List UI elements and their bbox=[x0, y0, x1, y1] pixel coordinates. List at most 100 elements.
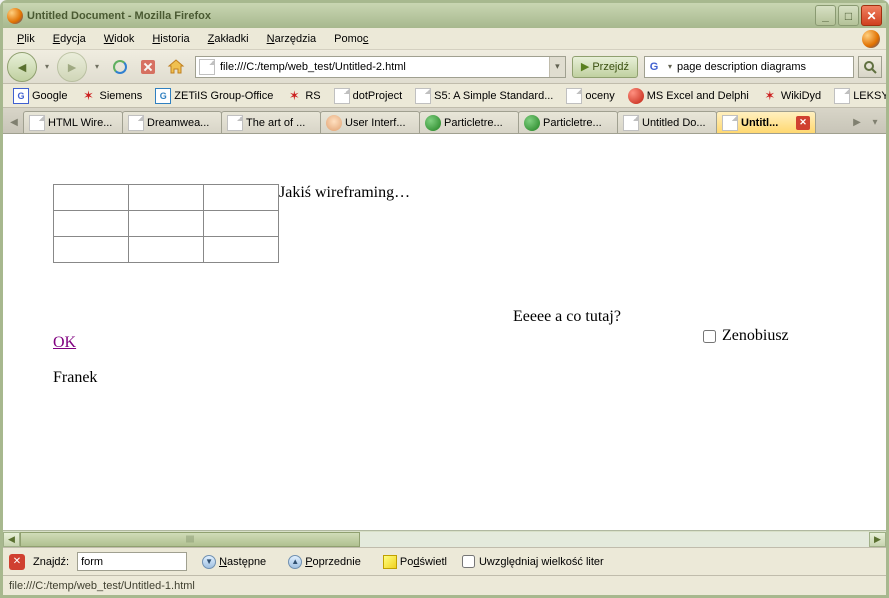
scroll-left-button[interactable]: ◀ bbox=[3, 532, 20, 547]
matchcase-checkbox[interactable] bbox=[462, 555, 475, 568]
back-button[interactable]: ◄ bbox=[7, 52, 37, 82]
tab-label: Dreamwea... bbox=[147, 117, 216, 129]
menu-edit[interactable]: Edycja bbox=[45, 31, 94, 47]
tab-label: The art of ... bbox=[246, 117, 315, 129]
bookmark-item[interactable]: GZETiIS Group-Office bbox=[149, 85, 279, 107]
go-button[interactable]: ▶ Przejdź bbox=[572, 56, 638, 78]
maximize-button[interactable]: □ bbox=[838, 5, 859, 26]
tab-favicon bbox=[227, 115, 243, 131]
scroll-thumb[interactable] bbox=[20, 532, 360, 547]
url-history-dropdown[interactable]: ▾ bbox=[549, 57, 565, 77]
go-label: Przejdź bbox=[592, 61, 629, 73]
horizontal-scrollbar[interactable]: ◀ ▶ bbox=[3, 530, 886, 547]
home-button[interactable] bbox=[163, 54, 189, 80]
bookmark-item[interactable]: ✶RS bbox=[280, 85, 326, 107]
find-label: Znajdź: bbox=[33, 556, 69, 568]
highlight-icon bbox=[383, 555, 397, 569]
firefox-icon bbox=[7, 8, 23, 24]
search-submit-button[interactable] bbox=[858, 56, 882, 78]
title-bar[interactable]: Untitled Document - Mozilla Firefox _ □ … bbox=[3, 3, 886, 28]
menu-view-label: idok bbox=[114, 33, 134, 45]
address-bar[interactable]: ▾ bbox=[195, 56, 566, 78]
forward-button[interactable]: ► bbox=[57, 52, 87, 82]
forward-history-dropdown[interactable]: ▾ bbox=[89, 54, 105, 80]
site-identity-icon[interactable] bbox=[199, 59, 215, 75]
back-history-dropdown[interactable]: ▾ bbox=[39, 54, 55, 80]
bookmark-label: S5: A Simple Standard... bbox=[434, 90, 553, 102]
tab-scroll-left[interactable]: ◀ bbox=[5, 111, 23, 133]
reload-button[interactable] bbox=[107, 54, 133, 80]
menu-view[interactable]: Widok bbox=[96, 31, 143, 47]
bookmark-item[interactable]: ✶WikiDyd bbox=[756, 85, 827, 107]
find-prev-label: oprzednie bbox=[313, 556, 361, 568]
browser-tab[interactable]: HTML Wire... bbox=[23, 111, 123, 133]
search-engine-dropdown[interactable]: ▾ bbox=[663, 62, 677, 71]
bookmark-label: LEKSYKA.PL bbox=[853, 90, 886, 102]
menu-help[interactable]: Pomoc bbox=[326, 31, 376, 47]
menu-file[interactable]: Plik bbox=[9, 31, 43, 47]
zenobiusz-checkbox[interactable] bbox=[703, 330, 716, 343]
tab-favicon bbox=[623, 115, 639, 131]
bookmark-item[interactable]: S5: A Simple Standard... bbox=[409, 85, 559, 107]
browser-tab[interactable]: Particletre... bbox=[419, 111, 519, 133]
find-matchcase[interactable]: Uwzględniaj wielkość liter bbox=[462, 555, 604, 568]
bookmark-icon: G bbox=[155, 88, 171, 104]
wireframe-table bbox=[53, 184, 279, 263]
bookmark-item[interactable]: dotProject bbox=[328, 85, 409, 107]
menu-history[interactable]: Historia bbox=[144, 31, 197, 47]
bookmark-item[interactable]: oceny bbox=[560, 85, 620, 107]
window-title: Untitled Document - Mozilla Firefox bbox=[27, 10, 815, 22]
find-highlight-button[interactable]: Podświetl bbox=[376, 552, 454, 572]
bookmark-label: RS bbox=[305, 90, 320, 102]
bookmark-item[interactable]: MS Excel and Delphi bbox=[622, 85, 755, 107]
status-bar: file:///C:/temp/web_test/Untitled-1.html bbox=[3, 575, 886, 595]
tab-label: Particletre... bbox=[543, 117, 612, 129]
bookmark-icon bbox=[334, 88, 350, 104]
scroll-right-button[interactable]: ▶ bbox=[869, 532, 886, 547]
bookmark-label: MS Excel and Delphi bbox=[647, 90, 749, 102]
tab-scroll-right[interactable]: ▶ bbox=[848, 111, 866, 133]
mid-text: Eeeee a co tutaj? bbox=[513, 308, 621, 326]
menu-bookmarks[interactable]: Zakładki bbox=[200, 31, 257, 47]
table-cell bbox=[54, 237, 129, 263]
stop-icon bbox=[141, 60, 155, 74]
minimize-button[interactable]: _ bbox=[815, 5, 836, 26]
close-button[interactable]: ✕ bbox=[861, 5, 882, 26]
tab-close-button[interactable]: ✕ bbox=[796, 116, 810, 130]
menu-tools[interactable]: Narzędzia bbox=[259, 31, 325, 47]
table-cell bbox=[204, 237, 279, 263]
bookmark-item[interactable]: ✶Siemens bbox=[74, 85, 148, 107]
search-engine-icon[interactable]: G bbox=[645, 61, 663, 73]
bookmark-item[interactable]: LEKSYKA.PL bbox=[828, 85, 886, 107]
bookmark-icon bbox=[415, 88, 431, 104]
url-input[interactable] bbox=[218, 58, 549, 76]
checkbox-label: Zenobiusz bbox=[722, 327, 789, 345]
search-input[interactable] bbox=[677, 58, 853, 76]
menu-file-label: lik bbox=[24, 33, 34, 45]
home-icon bbox=[167, 58, 185, 76]
reload-icon bbox=[112, 59, 128, 75]
stop-button[interactable] bbox=[135, 54, 161, 80]
bookmarks-toolbar: GGoogle✶SiemensGZETiIS Group-Office✶RSdo… bbox=[3, 84, 886, 108]
find-prev-button[interactable]: ▲ Poprzednie bbox=[281, 552, 368, 572]
browser-tab[interactable]: Dreamwea... bbox=[122, 111, 222, 133]
search-bar[interactable]: G ▾ bbox=[644, 56, 854, 78]
browser-tab[interactable]: Particletre... bbox=[518, 111, 618, 133]
browser-tab[interactable]: Untitled Do... bbox=[617, 111, 717, 133]
browser-tab[interactable]: Untitl...✕ bbox=[716, 111, 816, 133]
tab-list-button[interactable]: ▾ bbox=[866, 111, 884, 133]
ok-link[interactable]: OK bbox=[53, 334, 76, 352]
arrow-up-icon: ▲ bbox=[288, 555, 302, 569]
find-input[interactable] bbox=[77, 552, 187, 571]
find-next-label: astępne bbox=[227, 556, 266, 568]
page-content: Jakiś wireframing… Eeeee a co tutaj? OK … bbox=[3, 134, 886, 530]
browser-tab[interactable]: User Interf... bbox=[320, 111, 420, 133]
find-next-button[interactable]: ▼ Następne bbox=[195, 552, 273, 572]
scroll-track[interactable] bbox=[20, 532, 869, 547]
browser-tab[interactable]: The art of ... bbox=[221, 111, 321, 133]
bookmark-item[interactable]: GGoogle bbox=[7, 85, 73, 107]
find-close-button[interactable]: ✕ bbox=[9, 554, 25, 570]
find-highlight-label: świetl bbox=[419, 556, 447, 568]
bookmark-icon: ✶ bbox=[762, 88, 778, 104]
bookmark-label: dotProject bbox=[353, 90, 403, 102]
